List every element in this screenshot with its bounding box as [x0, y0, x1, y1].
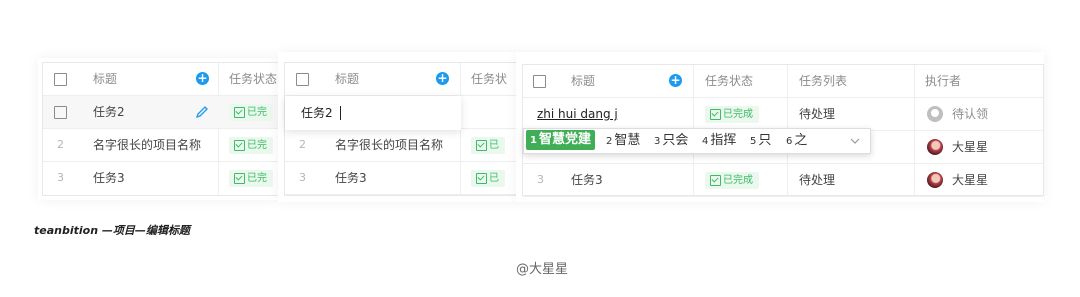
status-badge: 已完成 — [705, 106, 759, 123]
title-edit-input[interactable]: 任务2 — [301, 97, 333, 129]
table-header: 标题 + 任务状 — [285, 63, 519, 96]
assignee-name[interactable]: 大星星 — [952, 131, 988, 163]
column-title-header: 标题 — [571, 74, 596, 88]
caption: teanbition —项目—编辑标题 — [34, 224, 190, 237]
table-row[interactable]: 3 任务3 已完成 待处理 大星星 — [523, 164, 1043, 197]
text-cursor — [340, 106, 341, 120]
status-badge: 已完 — [229, 137, 273, 154]
avatar — [927, 139, 943, 155]
table-row[interactable]: zhi hui dang j 已完成 待处理 待认领 — [523, 98, 1043, 131]
select-all-checkbox[interactable] — [54, 73, 67, 86]
table-panel-3: 标题 + 任务状态 任务列表 执行者 zhi hui dang j 已完成 待处… — [516, 52, 1044, 202]
task-list-value[interactable]: 待处理 — [799, 164, 835, 196]
pencil-icon[interactable] — [195, 105, 209, 119]
ime-candidate[interactable]: 2 智慧 — [606, 129, 640, 153]
status-badge: 已完 — [229, 104, 273, 121]
row-number: 2 — [57, 138, 64, 151]
task-title[interactable]: 任务2 — [93, 96, 125, 128]
status-badge: 已 — [471, 170, 505, 187]
task-title[interactable]: 任务3 — [335, 162, 367, 194]
chevron-down-icon[interactable] — [850, 137, 860, 145]
title-pinyin-input[interactable]: zhi hui dang j — [537, 98, 618, 130]
table-header: 标题 + 任务状态 — [43, 63, 279, 96]
assignee-name[interactable]: 大星星 — [952, 164, 988, 196]
column-list-header: 任务列表 — [799, 74, 848, 88]
select-all-checkbox[interactable] — [296, 73, 309, 86]
row-checkbox[interactable] — [54, 106, 67, 119]
ime-candidate[interactable]: 6之 — [786, 129, 807, 153]
checkbox-icon — [234, 140, 245, 151]
table-header: 标题 + 任务状态 任务列表 执行者 — [523, 65, 1043, 98]
table-row[interactable]: 任务2 已完 — [43, 96, 279, 129]
task-title[interactable]: 任务3 — [571, 164, 603, 196]
task-title[interactable]: 名字很长的项目名称 — [335, 129, 443, 161]
add-column-icon[interactable]: + — [436, 72, 449, 85]
add-column-icon[interactable]: + — [669, 74, 682, 87]
ime-candidate-bar[interactable]: 1 智慧党建 2 智慧 3 只会 4 指挥 5只 6之 — [523, 128, 871, 154]
task-table-3: 标题 + 任务状态 任务列表 执行者 zhi hui dang j 已完成 待处… — [522, 64, 1044, 197]
checkbox-icon — [476, 173, 487, 184]
avatar — [927, 172, 943, 188]
table-panel-1: 标题 + 任务状态 任务2 已完 2 名字很长的项目名称 已完 3 任务3 已完 — [38, 58, 280, 200]
ime-candidate[interactable]: 4 指挥 — [702, 129, 736, 153]
table-row[interactable]: 2 名字很长的项目名称 已完 — [43, 129, 279, 162]
table-row[interactable]: 3 任务3 已完 — [43, 162, 279, 194]
status-badge: 已完成 — [705, 172, 759, 189]
column-title-header: 标题 — [335, 72, 360, 86]
checkbox-icon — [234, 107, 245, 118]
checkbox-icon — [234, 173, 245, 184]
table-panel-2: 标题 + 任务状 2 名字很长的项目名称 已 3 任务3 已 任务2 — [278, 52, 520, 202]
status-badge: 已 — [471, 137, 505, 154]
add-column-icon[interactable]: + — [196, 72, 209, 85]
row-number: 3 — [537, 173, 544, 186]
column-status-header: 任务状态 — [229, 72, 278, 86]
task-title[interactable]: 名字很长的项目名称 — [93, 129, 201, 161]
column-title-header: 标题 — [93, 72, 118, 86]
task-list-value[interactable]: 待处理 — [799, 98, 835, 130]
checkbox-icon — [710, 175, 721, 186]
row-number: 2 — [299, 138, 306, 151]
checkbox-icon — [710, 109, 721, 120]
ime-candidate[interactable]: 3 只会 — [654, 129, 688, 153]
title-edit-box[interactable]: 任务2 — [285, 96, 461, 130]
table-row[interactable]: 2 名字很长的项目名称 已 — [285, 129, 519, 162]
task-title[interactable]: 任务3 — [93, 162, 125, 194]
task-table-1: 标题 + 任务状态 任务2 已完 2 名字很长的项目名称 已完 3 任务3 已完 — [42, 62, 280, 196]
table-row[interactable]: 3 任务3 已 — [285, 162, 519, 195]
task-table-2: 标题 + 任务状 2 名字很长的项目名称 已 3 任务3 已 任务2 — [284, 62, 520, 196]
ime-candidate[interactable]: 1 智慧党建 — [526, 130, 595, 150]
column-status-header: 任务状 — [471, 72, 508, 86]
column-assignee-header: 执行者 — [925, 74, 962, 88]
column-status-header: 任务状态 — [705, 74, 754, 88]
row-number: 3 — [57, 171, 64, 184]
checkbox-icon — [476, 140, 487, 151]
select-all-checkbox[interactable] — [533, 75, 546, 88]
assignee-name[interactable]: 待认领 — [952, 98, 988, 130]
ime-candidate[interactable]: 5只 — [750, 129, 771, 153]
credit-watermark: @大星星 — [516, 262, 569, 277]
row-number: 3 — [299, 171, 306, 184]
status-badge: 已完 — [229, 170, 273, 187]
unassigned-avatar-icon — [927, 106, 943, 122]
